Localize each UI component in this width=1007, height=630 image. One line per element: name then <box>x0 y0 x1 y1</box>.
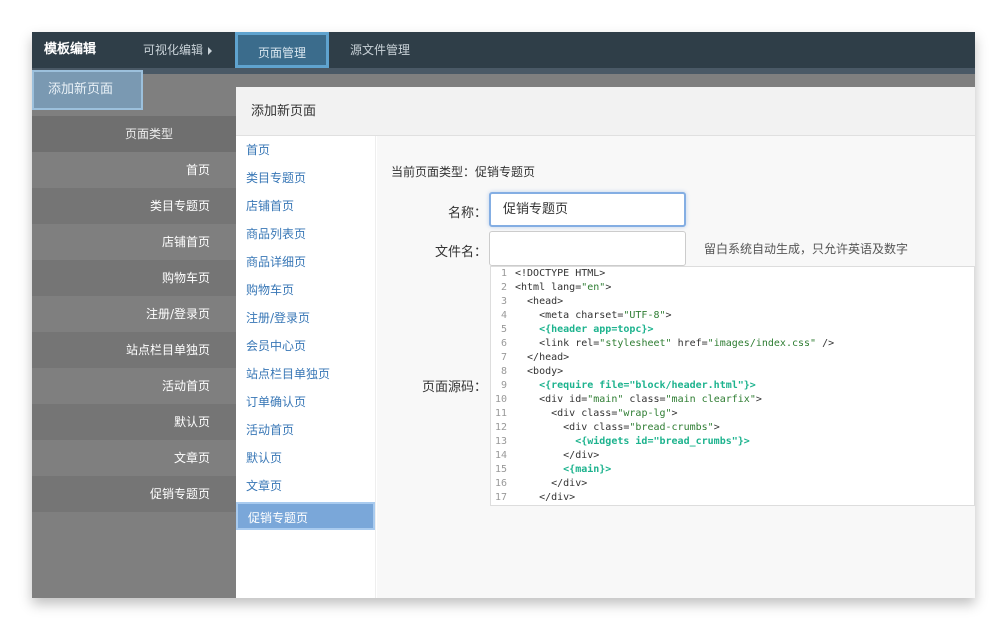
filename-input[interactable] <box>489 231 686 266</box>
nav-visual-edit-label: 可视化编辑 <box>143 43 204 57</box>
page-type-row: 首页 <box>185 163 210 177</box>
side-menu-item[interactable]: 订单确认页 <box>236 388 375 416</box>
page-type-row: 类目专题页 <box>32 188 236 224</box>
page-type-row: 文章页 <box>173 451 210 465</box>
code-line: 8 <body> <box>500 366 564 377</box>
name-input[interactable]: 促销专题页 <box>489 192 686 227</box>
add-page-button[interactable]: 添加新页面 <box>32 70 143 110</box>
side-menu-item[interactable]: 注册/登录页 <box>236 304 375 332</box>
filename-hint: 留白系统自动生成，只允许英语及数字 <box>704 242 909 256</box>
caret-right-icon <box>208 46 213 55</box>
code-line: 1 <!DOCTYPE HTML> <box>500 268 606 279</box>
code-line: 14 </div> <box>494 450 600 461</box>
code-line: 11 <div class="wrap-lg"> <box>494 408 678 419</box>
brand-title: 模板编辑 <box>44 42 97 57</box>
side-menu-item[interactable]: 首页 <box>236 136 375 164</box>
filename-label: 文件名： <box>434 245 487 260</box>
nav-visual-edit[interactable]: 可视化编辑 <box>143 32 213 68</box>
side-menu-item[interactable]: 店铺首页 <box>236 192 375 220</box>
code-line: 5 <{header app=topc}> <box>500 324 654 335</box>
page-type-row: 店铺首页 <box>161 235 210 249</box>
code-line: 7 </head> <box>500 352 570 363</box>
side-menu-item[interactable]: 会员中心页 <box>236 332 375 360</box>
code-line: 6 <link rel="stylesheet" href="images/in… <box>500 338 835 349</box>
page-type-row: 活动首页 <box>161 379 210 393</box>
page-type-row: 默认页 <box>32 404 236 440</box>
side-menu-item[interactable]: 购物车页 <box>236 276 375 304</box>
modal-page-type-menu: 首页 类目专题页 店铺首页 商品列表页 商品详细页 购物车页 注册/登录页 会员中心页 站点栏目… <box>236 136 376 598</box>
side-menu-item[interactable]: 类目专题页 <box>236 164 375 192</box>
side-menu-item[interactable]: 促销专题页 <box>236 502 375 530</box>
code-line: 16 </div> <box>494 478 588 489</box>
side-menu-item[interactable]: 站点栏目单独页 <box>236 360 375 388</box>
side-menu-item[interactable]: 商品详细页 <box>236 248 375 276</box>
nav-source-manage[interactable]: 源文件管理 <box>350 32 410 68</box>
name-label: 名称： <box>447 206 487 221</box>
nav-page-manage-label: 页面管理 <box>257 46 306 60</box>
code-line: 15 <{main}> <box>494 464 612 475</box>
side-menu-item[interactable]: 商品列表页 <box>236 220 375 248</box>
top-navbar: 模板编辑 可视化编辑 页面管理 源文件管理 <box>32 32 975 68</box>
side-menu-item[interactable]: 文章页 <box>236 472 375 500</box>
code-line: 4 <meta charset="UTF-8"> <box>500 310 672 321</box>
code-line: 10 <div id="main" class="main clearfix"> <box>494 394 762 405</box>
modal-form: 当前页面类型：促销专题页 名称： 促销专题页 文件名： 留白系统自动生成，只允许… <box>377 136 975 598</box>
page-type-row: 购物车页 <box>32 260 236 296</box>
code-line: 13 <{widgets id="bread_crumbs"}> <box>494 436 750 447</box>
page-type-header: 页面类型 <box>32 116 236 152</box>
page-type-row: 站点栏目单独页 <box>32 332 236 368</box>
app-window: 模板编辑 可视化编辑 页面管理 源文件管理 添加新页面 页面类型 首页 类目专题页… <box>32 32 975 598</box>
current-page-type: 当前页面类型：促销专题页 <box>391 165 536 179</box>
page-type-row: 注册/登录页 <box>145 307 210 321</box>
code-line: 12 <div class="bread-crumbs"> <box>494 422 720 433</box>
sub-navbar <box>32 68 975 74</box>
code-line: 2 <html lang="en"> <box>500 282 612 293</box>
source-label: 页面源码： <box>421 380 487 395</box>
page-type-row: 促销专题页 <box>32 476 236 512</box>
add-page-modal: 添加新页面 首页 类目专题页 店铺首页 商品列表页 商品详细页 购物车页 注册/登录页 会员中… <box>236 87 975 598</box>
nav-page-manage[interactable]: 页面管理 <box>235 32 329 68</box>
page-type-list: 页面类型 首页类目专题页店铺首页购物车页注册/登录页站点栏目单独页活动首页默认页… <box>32 116 236 512</box>
code-line: 9 <{require file="block/header.html"}> <box>500 380 756 391</box>
code-line: 17 </div> <box>494 492 576 503</box>
side-menu-item[interactable]: 活动首页 <box>236 416 375 444</box>
code-line: 3 <head> <box>500 296 564 307</box>
source-code-editor[interactable]: 1 <!DOCTYPE HTML> 2 <html lang="en"> 3 <head… <box>490 266 975 506</box>
modal-title: 添加新页面 <box>236 87 975 136</box>
side-menu-item[interactable]: 默认页 <box>236 444 375 472</box>
